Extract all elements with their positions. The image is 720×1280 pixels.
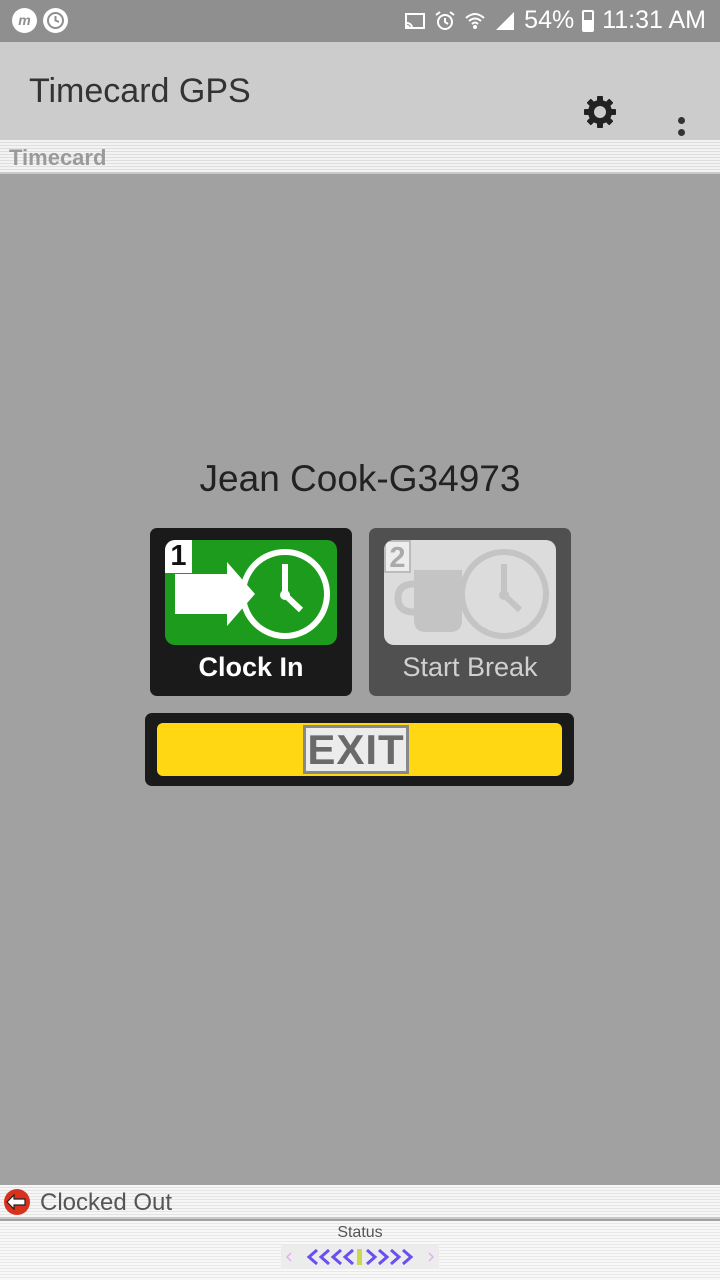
more-dot-icon: [677, 116, 685, 124]
app-bar: Timecard GPS: [0, 42, 720, 148]
alarm-icon: [435, 10, 455, 30]
signal-icon: [496, 11, 515, 30]
step-number-badge: 2: [384, 540, 411, 574]
exit-bar: EXIT: [157, 723, 562, 776]
battery-percent: 54%: [524, 6, 575, 34]
more-dot-icon: [677, 128, 685, 136]
clocked-out-icon: [4, 1189, 30, 1215]
start-break-button[interactable]: 2 Start Break: [369, 528, 571, 696]
status-bar: m 54% 11:31 AM: [0, 0, 720, 42]
settings-button[interactable]: [580, 92, 620, 132]
gear-icon: [584, 96, 616, 128]
employee-name: Jean Cook-G34973: [199, 458, 521, 499]
start-break-tile: 2: [384, 540, 556, 645]
exit-button[interactable]: EXIT: [145, 713, 574, 786]
notification-icons: m: [12, 8, 68, 33]
clock-in-tile: 1: [165, 540, 337, 645]
main-content: Jean Cook-G34973 1 Clock In 2 Start Brea…: [0, 174, 720, 1185]
cast-icon: [405, 12, 426, 29]
status-label: Status: [337, 1224, 383, 1241]
wifi-icon: [465, 12, 485, 29]
status-progress-indicator: [281, 1245, 439, 1269]
clock-in-label: Clock In: [198, 652, 304, 682]
exit-label: EXIT: [303, 725, 409, 774]
status-footer: Status: [0, 1221, 720, 1280]
section-header: Timecard: [0, 140, 720, 174]
app-title: Timecard GPS: [29, 72, 251, 110]
clock-notification-icon: [43, 8, 68, 33]
system-icons: 54% 11:31 AM: [404, 6, 706, 35]
clock-status-bar: Clocked Out: [0, 1185, 720, 1219]
step-number-badge: 1: [165, 540, 192, 573]
battery-icon: [582, 9, 595, 32]
svg-text:m: m: [18, 12, 30, 28]
clock-in-button[interactable]: 1 Clock In: [150, 528, 352, 696]
m-app-icon: m: [12, 8, 37, 33]
start-break-label: Start Break: [402, 652, 538, 682]
clocked-out-text: Clocked Out: [40, 1189, 173, 1216]
clock-time: 11:31 AM: [602, 6, 706, 34]
section-title: Timecard: [9, 145, 107, 170]
